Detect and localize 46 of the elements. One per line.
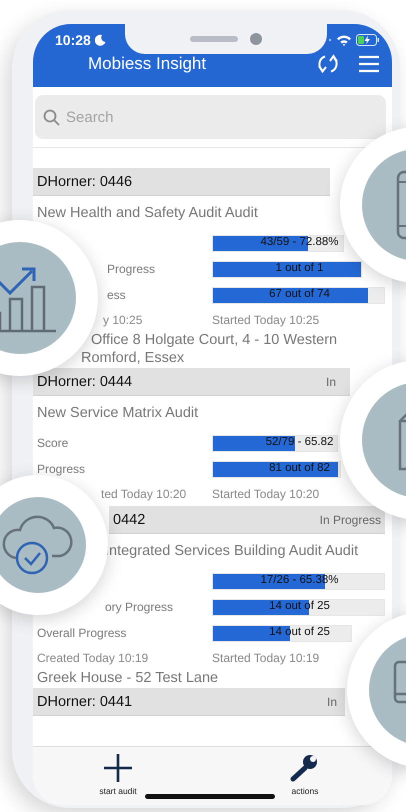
- menu-icon[interactable]: [358, 55, 380, 73]
- status-time: 10:28: [55, 32, 91, 48]
- audit-status: In: [326, 694, 338, 708]
- audit-number: DHorner: 0446: [37, 174, 132, 190]
- refresh-icon[interactable]: [316, 52, 340, 76]
- tab-button[interactable]: start audit: [63, 747, 173, 805]
- speaker-grille: [190, 36, 238, 42]
- audit-header[interactable]: DHorner: 0444 In: [33, 368, 350, 396]
- moon-icon: [94, 34, 106, 46]
- audit-number: DHorner: 0441: [37, 694, 132, 710]
- battery-icon: [356, 34, 380, 46]
- app-title: Mobiess Insight: [87, 54, 208, 74]
- started-date: Started Today 10:25: [212, 313, 320, 327]
- plus-icon: [103, 753, 133, 783]
- audit-header[interactable]: 0442 In Progress: [109, 506, 385, 534]
- metric-label: Progress: [37, 462, 86, 476]
- created-date: ted Today 10:20: [100, 487, 186, 501]
- camera-dot: [250, 33, 262, 45]
- audit-status: In: [326, 374, 337, 388]
- tab-button[interactable]: actions: [250, 747, 360, 805]
- search-input[interactable]: Search: [66, 108, 266, 126]
- audit-number: DHorner: 0444: [37, 374, 132, 390]
- metric-label: Score: [37, 436, 68, 450]
- wifi-icon: [336, 34, 352, 46]
- audit-address: Romford, Essex: [81, 350, 184, 366]
- audit-status: In Progress: [320, 512, 381, 526]
- progress-reading: 1 out of 1: [274, 262, 324, 274]
- progress-reading: 52/79 - 65.82: [264, 436, 334, 448]
- audit-header[interactable]: DHorner: 0446: [33, 168, 330, 196]
- created-date: Created Today 10:19: [37, 651, 148, 665]
- metric-label: ess: [106, 288, 126, 302]
- metric-label: ory Progress: [104, 600, 174, 614]
- audit-address: Greek House - 52 Test Lane: [37, 670, 218, 686]
- progress-reading: 81 out of 82: [268, 462, 331, 474]
- audit-number: 0442: [113, 512, 146, 528]
- started-date: Started Today 10:20: [212, 487, 320, 501]
- metric-label: Progress: [106, 262, 156, 276]
- search-icon: [43, 108, 60, 126]
- metric-label: Overall Progress: [37, 626, 126, 640]
- wrench-icon: [290, 753, 320, 783]
- search-bar[interactable]: Search: [35, 95, 386, 139]
- progress-reading: 67 out of 74: [268, 288, 331, 300]
- audit-address: Office 8 Holgate Court, 4 - 10 Western: [91, 332, 338, 348]
- started-date: Started Today 10:19: [212, 651, 320, 665]
- created-date: y 10:25: [102, 313, 142, 327]
- audit-header[interactable]: DHorner: 0441 In: [33, 688, 345, 716]
